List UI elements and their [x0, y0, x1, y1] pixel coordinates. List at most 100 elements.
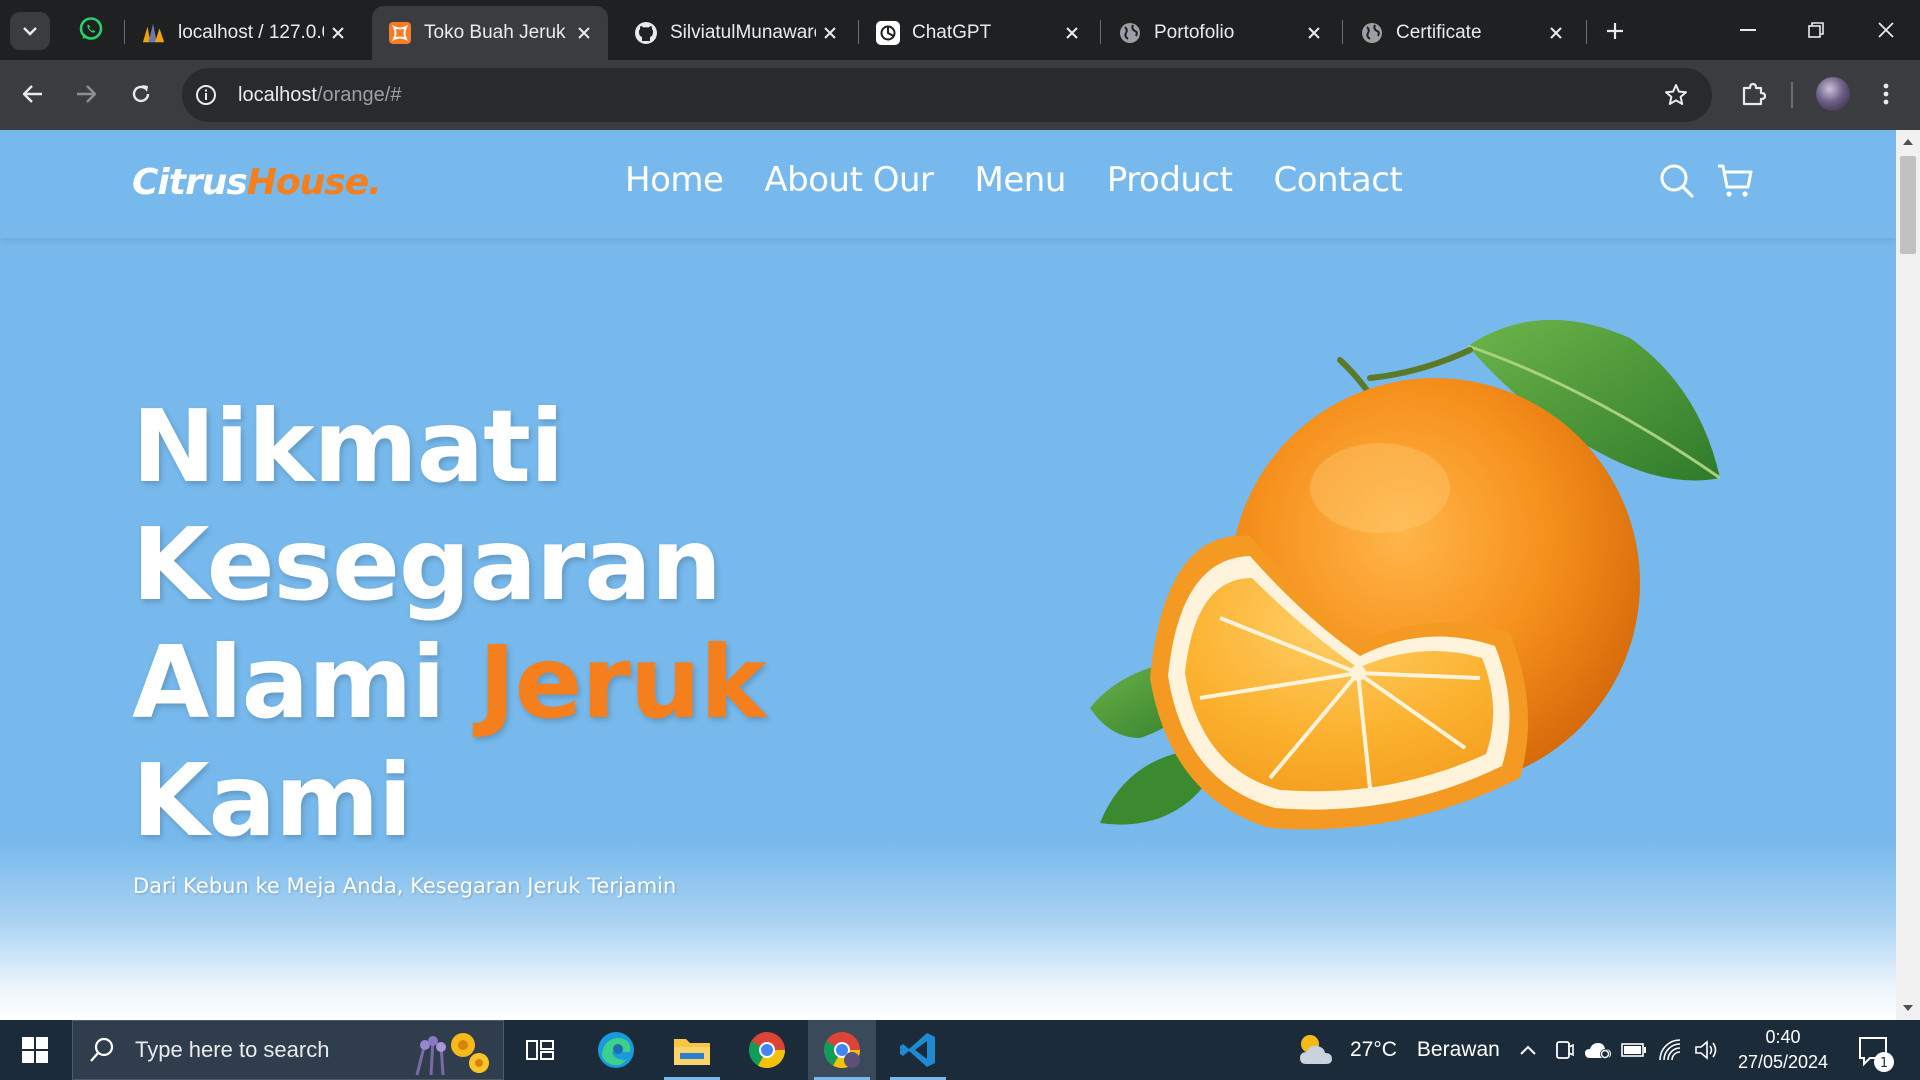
github-icon: [634, 21, 658, 45]
cart-icon[interactable]: [1714, 160, 1756, 202]
vscode-icon: [900, 1033, 935, 1067]
phpmyadmin-icon: [142, 21, 166, 45]
hero-subtitle: Dari Kebun ke Meja Anda, Kesegaran Jeruk…: [133, 874, 677, 898]
tab-toko-buah-jeruk[interactable]: Toko Buah Jeruk: [372, 6, 608, 60]
taskbar-search-box[interactable]: Type here to search: [72, 1020, 504, 1080]
bookmark-star-icon[interactable]: [1658, 77, 1694, 113]
webpage: CitrusHouse. Home About Our Menu Product…: [0, 130, 1896, 1020]
taskbar-vscode[interactable]: [884, 1020, 952, 1080]
close-icon[interactable]: [1058, 19, 1086, 47]
tab-phpmyadmin[interactable]: localhost / 127.0.0.1 / orange: [126, 6, 362, 60]
taskbar-chrome-profile[interactable]: [808, 1020, 876, 1080]
weather-widget[interactable]: 27°C Berawan: [1296, 1020, 1500, 1080]
chevron-up-icon: [1520, 1045, 1536, 1055]
wifi-icon: [1659, 1039, 1681, 1061]
tab-chatgpt[interactable]: ChatGPT: [860, 6, 1096, 60]
close-icon[interactable]: [570, 19, 598, 47]
tab-portofolio[interactable]: Portofolio: [1102, 6, 1338, 60]
hero-line-3-accent: Jeruk: [478, 624, 766, 741]
tab-separator: [858, 20, 859, 44]
profile-avatar[interactable]: [1816, 77, 1850, 111]
close-icon[interactable]: [1300, 19, 1328, 47]
site-info-icon[interactable]: [186, 75, 226, 115]
notification-center-icon[interactable]: 1: [1852, 1030, 1896, 1074]
tray-onedrive[interactable]: [1580, 1020, 1616, 1080]
scroll-up-arrow-icon[interactable]: [1902, 136, 1914, 148]
whatsapp-icon[interactable]: [78, 16, 104, 42]
orange-fruit-image: [1090, 319, 1721, 830]
clock-time: 0:40: [1765, 1027, 1801, 1047]
show-hidden-icons-button[interactable]: [1510, 1020, 1546, 1080]
globe-icon: [1360, 21, 1384, 45]
start-button[interactable]: [0, 1020, 70, 1080]
tab-separator: [1342, 20, 1343, 44]
tray-meet-now[interactable]: [1546, 1020, 1582, 1080]
tab-separator: [124, 20, 125, 44]
windows-taskbar: Type here to search 27°C Berawan 0:40 27…: [0, 1020, 1920, 1080]
nav-link-about[interactable]: About Our: [764, 160, 934, 200]
notification-count: 1: [1880, 1056, 1888, 1071]
tray-volume[interactable]: [1688, 1020, 1724, 1080]
hero-line-2: Kesegaran: [132, 506, 722, 623]
browser-menu-button[interactable]: [1866, 74, 1906, 114]
extensions-button[interactable]: [1733, 74, 1773, 114]
site-navbar: CitrusHouse. Home About Our Menu Product…: [0, 130, 1896, 238]
logo-text-main: Citrus: [132, 162, 248, 203]
taskbar-chrome[interactable]: [733, 1020, 801, 1080]
volume-icon: [1695, 1040, 1717, 1060]
tab-title: ChatGPT: [912, 22, 992, 43]
url-host: localhost: [238, 83, 317, 106]
windows-logo-icon: [22, 1037, 48, 1063]
close-icon: [1878, 22, 1894, 38]
search-icon: [90, 1037, 114, 1062]
site-logo[interactable]: CitrusHouse.: [132, 162, 382, 203]
more-vert-icon: [1883, 83, 1889, 105]
weather-condition: Berawan: [1416, 1038, 1500, 1061]
search-placeholder: Type here to search: [135, 1037, 330, 1062]
browser-toolbar: localhost/orange/#: [0, 60, 1920, 130]
nav-link-product[interactable]: Product: [1107, 160, 1233, 200]
nav-link-menu[interactable]: Menu: [975, 160, 1067, 200]
close-window-button[interactable]: [1852, 0, 1920, 60]
tab-separator: [1100, 20, 1101, 44]
forward-button[interactable]: [66, 74, 106, 114]
reload-button[interactable]: [121, 74, 161, 114]
taskbar-edge[interactable]: [582, 1020, 650, 1080]
hero-line-3: Alami Jeruk: [132, 624, 767, 742]
taskbar-clock[interactable]: 0:40 27/05/2024: [1728, 1025, 1838, 1075]
minimize-button[interactable]: [1714, 0, 1782, 60]
url-path: /orange/#: [316, 83, 402, 106]
url-text[interactable]: localhost/orange/#: [238, 84, 401, 107]
address-bar[interactable]: localhost/orange/#: [182, 68, 1712, 122]
onedrive-icon: [1585, 1043, 1611, 1059]
page-scrollbar[interactable]: [1896, 130, 1920, 1020]
taskbar-task-view[interactable]: [506, 1020, 574, 1080]
nav-link-contact[interactable]: Contact: [1273, 160, 1402, 200]
search-icon[interactable]: [1656, 160, 1698, 202]
logo-text-accent: House.: [246, 162, 382, 203]
back-button[interactable]: [13, 74, 53, 114]
partly-cloudy-icon: [1300, 1035, 1332, 1064]
task-view-icon: [526, 1040, 554, 1060]
restore-button[interactable]: [1782, 0, 1850, 60]
close-icon[interactable]: [1542, 19, 1570, 47]
new-tab-button[interactable]: [1598, 14, 1632, 48]
tab-search-button[interactable]: [10, 12, 50, 50]
scrollbar-thumb[interactable]: [1900, 156, 1916, 254]
scroll-down-arrow-icon[interactable]: [1902, 1002, 1914, 1014]
meet-now-icon: [1556, 1041, 1574, 1059]
flowers-decoration-icon: [415, 1033, 489, 1076]
tray-battery[interactable]: [1616, 1020, 1652, 1080]
taskbar-file-explorer[interactable]: [658, 1020, 726, 1080]
tab-title: SilviatulMunawaroh: [670, 22, 816, 43]
hero-line-4: Kami: [132, 742, 412, 859]
tab-certificate[interactable]: Certificate: [1344, 6, 1580, 60]
tab-separator: [1586, 20, 1587, 44]
tab-github[interactable]: SilviatulMunawaroh: [618, 6, 854, 60]
minimize-icon: [1740, 29, 1756, 31]
site-menu: Home About Our Menu Product Contact: [625, 160, 1443, 200]
close-icon[interactable]: [324, 19, 352, 47]
tray-network[interactable]: [1652, 1020, 1688, 1080]
close-icon[interactable]: [816, 19, 844, 47]
nav-link-home[interactable]: Home: [625, 160, 724, 200]
